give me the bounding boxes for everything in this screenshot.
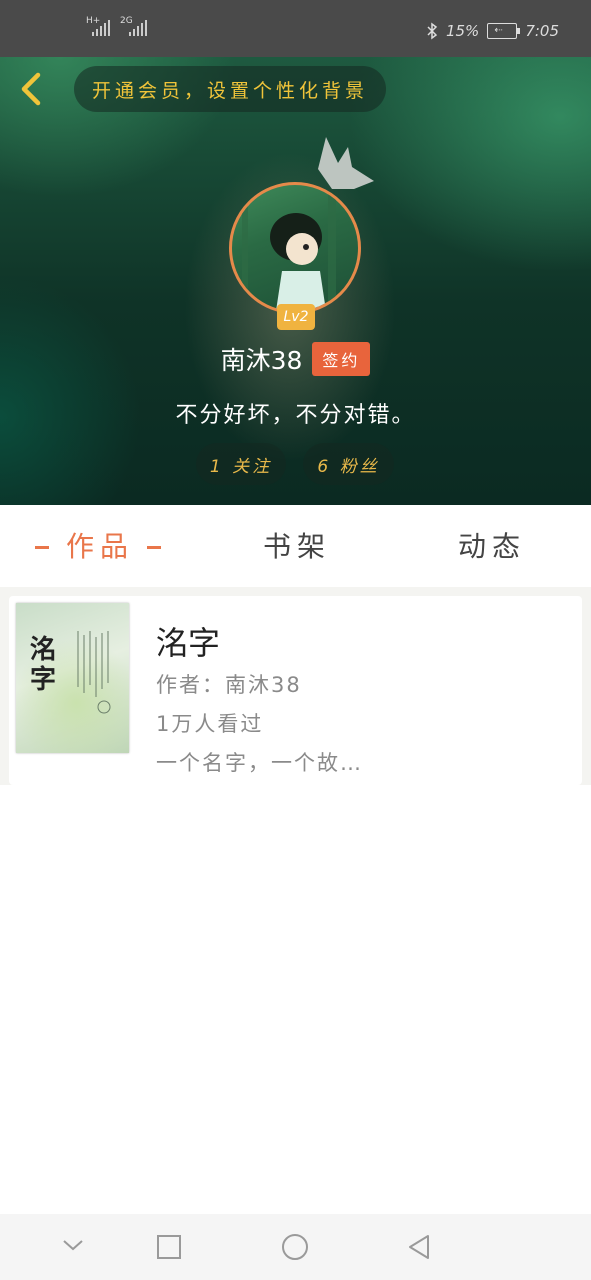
vip-background-promo-button[interactable]: 开通会员，设置个性化背景: [74, 66, 387, 112]
cover-decoration: [77, 631, 111, 714]
nav-home-icon[interactable]: [281, 1233, 309, 1261]
tab-active-dash-right: [147, 546, 161, 549]
bluetooth-icon: [427, 22, 438, 40]
back-button[interactable]: [14, 71, 54, 111]
tab-active-dash-left: [35, 546, 49, 549]
tab-bookshelf[interactable]: 书架: [263, 525, 331, 565]
following-button[interactable]: 1 关注: [196, 443, 286, 485]
book-card[interactable]: 洺字 洺字 作者：南沐38 1万人看过 一个名字，一个故…: [9, 596, 582, 785]
book-summary: 一个名字，一个故…: [156, 751, 363, 775]
clock: 7:05: [525, 22, 559, 40]
signal-2g-label: 2G: [120, 16, 133, 26]
user-bio: 不分好坏，不分对错。: [175, 403, 416, 428]
level-badge: Lv2: [277, 304, 315, 330]
avatar-image: [242, 185, 336, 311]
back-chevron-icon: [21, 72, 41, 106]
nav-recent-icon[interactable]: [156, 1234, 182, 1260]
book-cover-title: 洺字: [30, 635, 57, 695]
book-title[interactable]: 洺字: [156, 618, 220, 664]
profile-tabs: 作品 书架 动态: [0, 505, 591, 587]
book-cover: 洺字: [16, 603, 129, 753]
status-bar: H+ 2G 15% ⇠ 7:05: [0, 0, 591, 57]
signed-badge: 签约: [312, 342, 371, 376]
nav-back-icon[interactable]: [406, 1233, 432, 1261]
works-list: 洺字 洺字 作者：南沐38 1万人看过 一个名字，一个故…: [0, 587, 591, 785]
tab-works[interactable]: 作品: [66, 525, 134, 565]
followers-button[interactable]: 6 粉丝: [303, 443, 394, 485]
signal-icon: H+: [86, 16, 110, 36]
nav-collapse-icon[interactable]: [62, 1238, 84, 1252]
system-nav-bar: [0, 1214, 591, 1280]
profile-header: 开通会员，设置个性化背景 Lv2 南沐38 签约 不分好坏，不分对错。 1 关注…: [0, 57, 591, 505]
book-views: 1万人看过: [156, 712, 264, 736]
avatar[interactable]: [229, 182, 363, 316]
signal-type-label: H+: [86, 16, 101, 26]
signal-2g-icon: 2G: [120, 16, 147, 36]
tab-activity[interactable]: 动态: [458, 525, 526, 565]
username: 南沐38: [220, 346, 303, 375]
battery-icon: ⇠: [487, 23, 521, 39]
book-author: 作者：南沐38: [156, 673, 302, 697]
battery-percent: 15%: [445, 22, 480, 40]
